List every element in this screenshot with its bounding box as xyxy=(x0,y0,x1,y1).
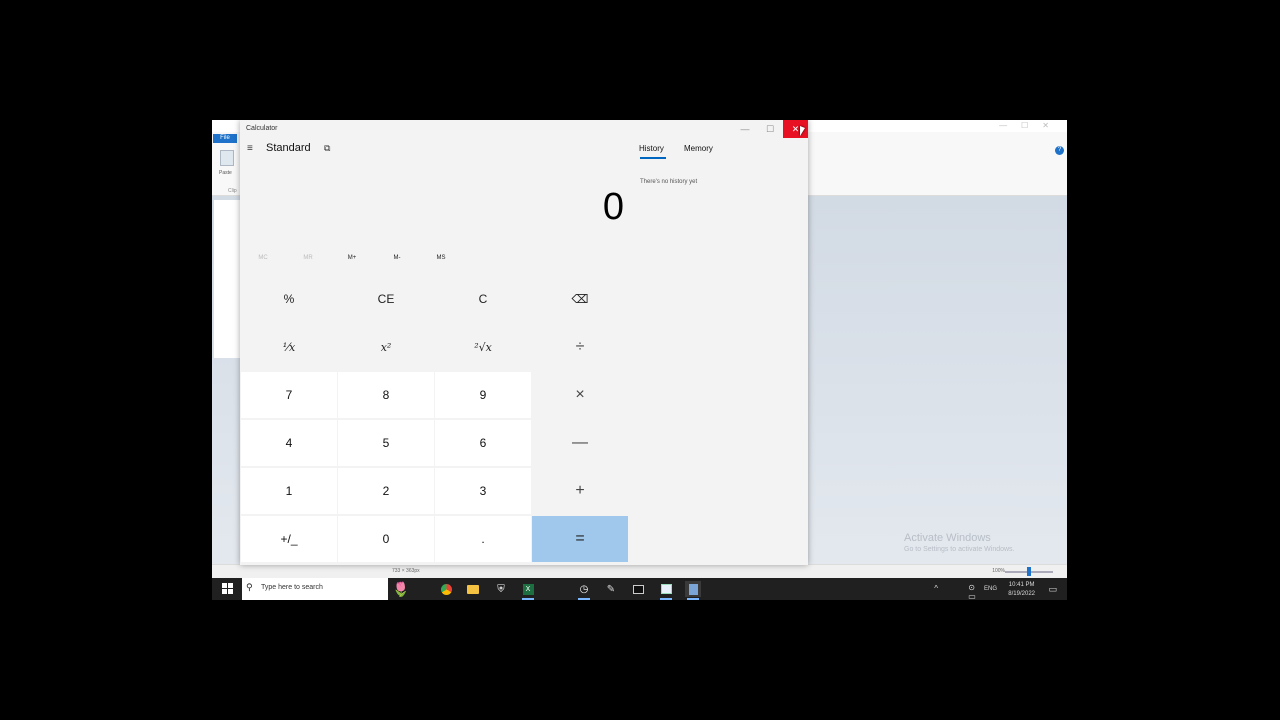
digit-1-button[interactable]: 1 xyxy=(241,468,337,514)
clock-time: 10:41 PM xyxy=(1008,582,1035,588)
zoom-slider-thumb[interactable] xyxy=(1027,567,1031,576)
paint-window-controls[interactable]: —☐✕ xyxy=(999,121,1063,130)
calculator-mode-title: Standard xyxy=(266,142,311,154)
taskbar-app-icon[interactable] xyxy=(548,581,564,597)
active-tab-indicator xyxy=(640,157,666,159)
display-value: 0 xyxy=(602,186,624,228)
digit-4-button[interactable]: 4 xyxy=(241,420,337,466)
hamburger-menu-icon[interactable]: ≡ xyxy=(247,144,259,154)
paint-status-bar: 733 × 363px 100% xyxy=(212,564,1067,578)
memory-subtract-button[interactable]: M- xyxy=(382,255,412,261)
square-button[interactable]: x² xyxy=(338,324,434,370)
decimal-button[interactable]: . xyxy=(435,516,531,562)
maximize-button[interactable]: ☐ xyxy=(758,122,782,136)
negate-button[interactable]: +/_ xyxy=(241,516,337,562)
search-placeholder: Type here to search xyxy=(261,584,323,591)
calculator-window: Calculator — ☐ ✕ ≡ Standard ⧉ 0 MC MR M+… xyxy=(240,120,808,565)
reciprocal-label: ⅟x xyxy=(282,340,296,354)
history-empty-message: There's no history yet xyxy=(640,179,698,185)
paint-file-tab[interactable]: File xyxy=(213,134,237,143)
watermark-title: Activate Windows xyxy=(904,532,991,544)
paste-icon[interactable] xyxy=(220,150,234,166)
taskbar-clock[interactable]: 10:41 PM 8/19/2022 xyxy=(1008,581,1035,599)
zoom-level-label: 100% xyxy=(992,568,1005,574)
search-icon: ⚲ xyxy=(246,582,253,592)
notification-center-icon[interactable]: ▭ xyxy=(1048,584,1057,595)
digit-7-button[interactable]: 7 xyxy=(241,372,337,418)
paint-taskbar-icon[interactable] xyxy=(658,581,674,600)
watermark-subtitle: Go to Settings to activate Windows. xyxy=(904,546,1015,553)
memory-add-button[interactable]: M+ xyxy=(337,255,367,261)
divide-button[interactable]: ÷ xyxy=(532,324,628,370)
show-hidden-icons-icon[interactable]: ^ xyxy=(934,584,938,593)
memory-recall-button: MR xyxy=(303,255,313,261)
digit-3-button[interactable]: 3 xyxy=(435,468,531,514)
desktop-screen: —☐✕ File Paste Clip ? 733 × 363px 100% A… xyxy=(212,120,1067,600)
clock-app-icon[interactable]: ◷ xyxy=(576,581,592,600)
taskbar-search-box[interactable]: ⚲ Type here to search 🌷 xyxy=(242,578,409,600)
reciprocal-button[interactable]: ⅟x xyxy=(241,324,337,370)
digit-5-button[interactable]: 5 xyxy=(338,420,434,466)
taskbar: ⚲ Type here to search 🌷 ⛨ X ◷ ✎ ^ ⊙ ▭ ◁)… xyxy=(212,578,1067,600)
windows-start-icon[interactable] xyxy=(222,583,233,594)
tab-memory[interactable]: Memory xyxy=(684,144,713,153)
memory-clear-button: MC xyxy=(258,255,268,261)
calculator-display: 0 xyxy=(240,180,628,240)
window-title: Calculator xyxy=(246,125,278,132)
calculator-keypad: % CE C ⌫ ⅟x x² ²√x ÷ 7 8 9 × 4 5 6 — 1 2… xyxy=(241,276,629,563)
tray-status-icons[interactable]: ⊙ ▭ ◁) xyxy=(968,583,979,600)
memory-store-button[interactable]: MS xyxy=(426,255,456,261)
canvas-size-label: 733 × 363px xyxy=(392,568,420,574)
digit-2-button[interactable]: 2 xyxy=(338,468,434,514)
paste-label: Paste xyxy=(219,170,232,176)
calculator-taskbar-icon[interactable] xyxy=(685,581,701,600)
digit-6-button[interactable]: 6 xyxy=(435,420,531,466)
search-highlight-icon: 🌷 xyxy=(392,581,410,597)
file-explorer-icon[interactable] xyxy=(465,581,481,597)
keep-on-top-icon[interactable]: ⧉ xyxy=(324,143,330,154)
clear-entry-button[interactable]: CE xyxy=(338,276,434,322)
square-label: x² xyxy=(380,340,392,354)
minimize-button[interactable]: — xyxy=(733,122,757,136)
terminal-icon[interactable] xyxy=(630,581,646,597)
activate-windows-watermark: Activate Windows Go to Settings to activ… xyxy=(904,532,1015,553)
equals-button[interactable]: = xyxy=(532,516,628,562)
clear-button[interactable]: C xyxy=(435,276,531,322)
clock-date: 8/19/2022 xyxy=(1008,591,1035,597)
mouse-cursor-icon xyxy=(800,126,805,136)
digit-9-button[interactable]: 9 xyxy=(435,372,531,418)
square-root-button[interactable]: ²√x xyxy=(435,324,531,370)
minus-button[interactable]: — xyxy=(532,420,628,466)
chrome-icon[interactable] xyxy=(438,581,454,597)
pen-app-icon[interactable]: ✎ xyxy=(603,581,619,597)
square-root-label: ²√x xyxy=(474,340,492,354)
digit-0-button[interactable]: 0 xyxy=(338,516,434,562)
backspace-button[interactable]: ⌫ xyxy=(532,276,628,322)
excel-icon[interactable]: X xyxy=(520,581,536,600)
percent-button[interactable]: % xyxy=(241,276,337,322)
digit-8-button[interactable]: 8 xyxy=(338,372,434,418)
security-shield-icon[interactable]: ⛨ xyxy=(493,581,509,597)
clipboard-group-label: Clip xyxy=(228,188,237,194)
backspace-icon: ⌫ xyxy=(571,292,589,306)
calculator-titlebar[interactable]: Calculator — ☐ ✕ xyxy=(240,120,808,138)
plus-button[interactable]: + xyxy=(532,468,628,514)
help-icon[interactable]: ? xyxy=(1055,146,1064,155)
language-indicator[interactable]: ENG xyxy=(984,586,997,592)
tab-history[interactable]: History xyxy=(639,144,664,153)
memory-buttons-row: MC MR M+ M- MS xyxy=(240,255,628,267)
multiply-button[interactable]: × xyxy=(532,372,628,418)
